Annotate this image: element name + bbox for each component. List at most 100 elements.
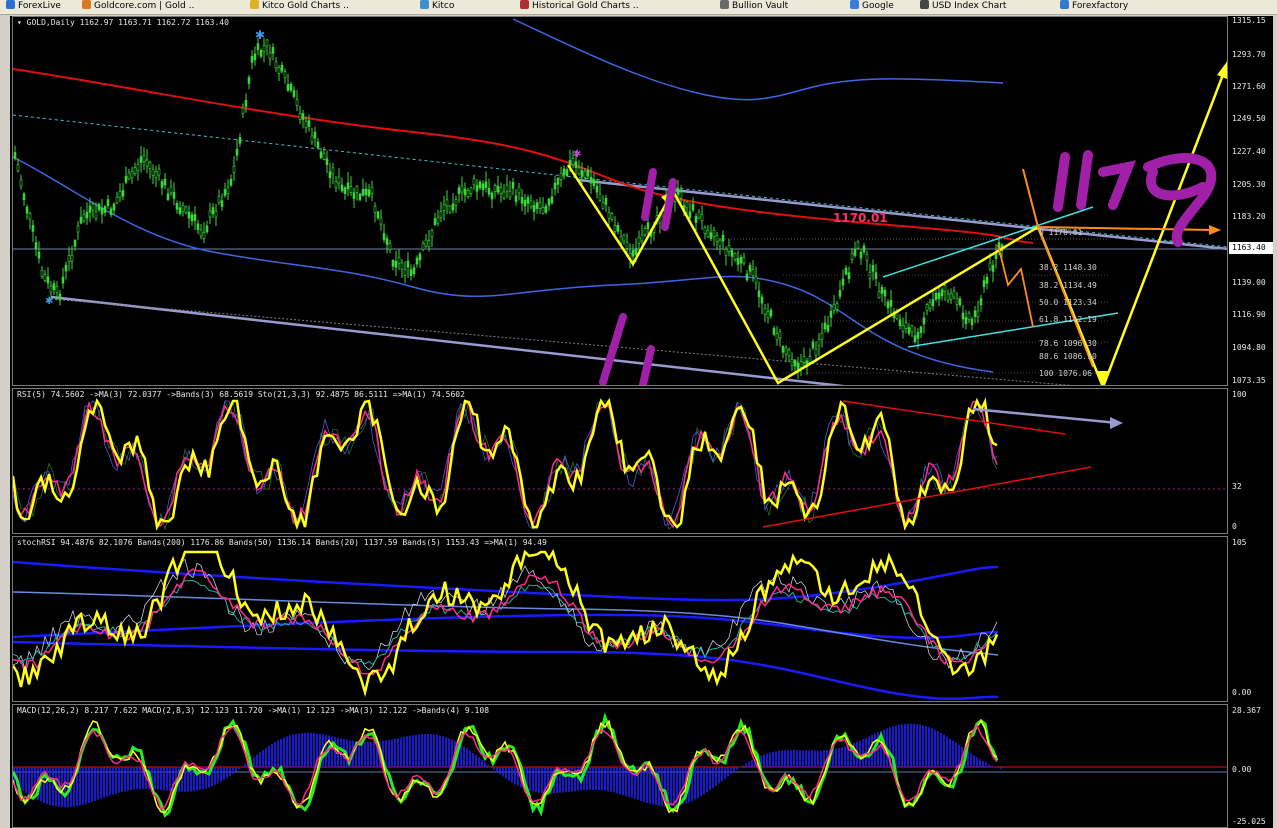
fib-level-label: 61.8 1112.19 [1039, 315, 1097, 324]
macd-histogram-bar [121, 767, 123, 792]
bookmark-item[interactable]: Kitco [420, 0, 454, 14]
candle-body [16, 164, 20, 172]
macd-histogram-bar [367, 742, 369, 767]
candle-body [319, 151, 323, 159]
macd-histogram-bar [784, 750, 786, 767]
macd-histogram-bar [622, 767, 624, 795]
macd-histogram-bar [430, 734, 432, 767]
candle-body [799, 361, 803, 368]
candle-body [457, 187, 461, 194]
macd-histogram-bar [85, 767, 87, 804]
bookmark-item[interactable]: ForexLive [6, 0, 61, 14]
macd-histogram-bar [418, 734, 420, 767]
stochrsi-panel[interactable]: stochRSI 94.4876 82.1076 Bands(200) 1176… [12, 536, 1228, 702]
macd-histogram-bar [727, 767, 729, 777]
candle-body [946, 293, 950, 301]
macd-histogram-bar [481, 759, 483, 767]
candle-body [850, 253, 854, 260]
candle-body [55, 286, 59, 293]
oscillator-line [13, 400, 998, 530]
candle-body [739, 257, 743, 264]
macd-histogram-bar [619, 767, 621, 795]
macd-histogram-bar [256, 754, 258, 767]
macd-histogram-bar [673, 767, 675, 807]
macd-histogram-bar [154, 767, 156, 790]
candle-body [220, 200, 224, 207]
rsi-grey-arrow [972, 407, 1119, 425]
bookmark-item[interactable]: Google [850, 0, 894, 14]
macd-histogram-bar [109, 767, 111, 796]
macd-panel[interactable]: MACD(12,26,2) 8.217 7.622 MACD(2,8,3) 12… [12, 704, 1228, 828]
candle-body [430, 230, 434, 238]
main-price-scale[interactable]: 1163.40 1315.15 1293.70 1271.60 1249.50 1227… [1229, 16, 1273, 386]
candle-body [133, 167, 137, 175]
macd-histogram-bar [364, 741, 366, 767]
bookmark-item[interactable]: USD Index Chart [920, 0, 1006, 14]
price-chart-svg: 1170.01 ✱ ✱ ✱ [13, 18, 1227, 385]
macd-histogram-bar [808, 750, 810, 767]
stochrsi-header: stochRSI 94.4876 82.1076 Bands(200) 1176… [17, 538, 547, 547]
candle-body [913, 335, 917, 343]
macd-histogram-bar [421, 734, 423, 767]
candle-body [175, 202, 179, 210]
candle-body [292, 90, 296, 97]
rsi-panel[interactable]: RSI(5) 74.5602 ->MA(3) 72.0377 ->Bands(3… [12, 388, 1228, 534]
candle-body [502, 191, 506, 199]
bookmark-item[interactable]: Bullion Vault [720, 0, 788, 14]
macd-histogram-bar [445, 737, 447, 767]
macd-histogram-bar [610, 767, 612, 792]
macd-histogram-bar [139, 767, 141, 790]
candle-body [160, 181, 164, 188]
macd-histogram-bar [307, 732, 309, 767]
bookmark-item[interactable]: Goldcore.com | Gold .. [82, 0, 194, 14]
candle-body [82, 214, 86, 222]
candle-body [697, 211, 701, 219]
candle-body [703, 227, 707, 234]
candle-body [67, 255, 71, 262]
stochrsi-scale: 105 0.00 [1229, 536, 1273, 702]
candle-body [268, 52, 272, 60]
candle-body [499, 187, 503, 194]
candle-body [640, 234, 644, 242]
macd-histogram-bar [907, 723, 909, 767]
candle-body [100, 207, 104, 215]
macd-histogram-bar [442, 736, 444, 767]
bookmark-item[interactable]: Kitco Gold Charts .. [250, 0, 349, 14]
candle-body [394, 261, 398, 268]
macd-histogram-bar [301, 732, 303, 767]
macd-histogram-bar [718, 767, 720, 784]
candle-body [595, 185, 599, 193]
bookmark-label: ForexLive [18, 1, 61, 11]
candle-body [829, 310, 833, 318]
macd-histogram-bar [502, 767, 504, 777]
candle-body [898, 319, 902, 326]
bookmark-label: Forexfactory [1072, 1, 1129, 11]
candle-body [262, 45, 266, 53]
bookmark-item[interactable]: Historical Gold Charts .. [520, 0, 639, 14]
main-chart-pane[interactable]: ▾ GOLD,Daily 1162.97 1163.71 1162.72 116… [12, 16, 1228, 386]
candle-body [706, 230, 710, 238]
candle-body [769, 309, 773, 317]
macd-histogram-bar [922, 725, 924, 767]
candle-body [37, 251, 41, 259]
macd-histogram-bar [919, 724, 921, 767]
macd-histogram-bar [439, 735, 441, 767]
candle-body [481, 183, 485, 191]
bookmark-item[interactable]: Forexfactory [1060, 0, 1128, 14]
candle-body [865, 254, 869, 261]
candle-body [418, 253, 422, 261]
bookmark-label: Kitco Gold Charts .. [262, 1, 349, 11]
candle-body [136, 164, 140, 171]
macd-histogram-bar [169, 767, 171, 791]
candle-body [106, 199, 110, 206]
macd-histogram-bar [88, 767, 90, 803]
candle-body [463, 188, 467, 196]
candle-body [358, 193, 362, 201]
macd-histogram-bar [724, 767, 726, 779]
fib-level-label: 50.0 1123.34 [1039, 298, 1097, 307]
candle-body [187, 211, 191, 219]
macd-histogram-bar [103, 767, 105, 798]
candle-body [70, 254, 74, 262]
candle-body [325, 158, 329, 165]
candle-body [982, 280, 986, 287]
